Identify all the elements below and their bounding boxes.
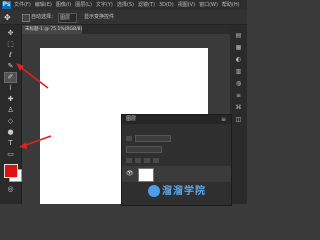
- layer-row[interactable]: 👁: [122, 166, 231, 182]
- tools-panel: ✥ ⬚ ℓ ✎ ✐ ⌇ ✚ ♙ ◇ ● T ▭ ◎: [0, 25, 22, 204]
- auto-select-checkbox[interactable]: [22, 14, 30, 22]
- menu-3d[interactable]: 3D(D): [159, 1, 174, 9]
- lock-row: [126, 150, 227, 163]
- blur-tool-icon[interactable]: ●: [5, 128, 16, 137]
- options-bar: ✥ 自动选择： 图层 显示变换控件: [0, 10, 247, 25]
- menu-items: 文件(F) 编辑(E) 图像(I) 图层(L) 文字(Y) 选择(S) 滤镜(T…: [14, 1, 240, 9]
- lasso-tool-icon[interactable]: ℓ: [5, 51, 16, 60]
- shape-tool-icon[interactable]: ▭: [5, 150, 16, 159]
- menu-edit[interactable]: 编辑(E): [35, 1, 52, 9]
- eye-visibility-icon[interactable]: 👁: [126, 170, 134, 178]
- swatches-panel-icon[interactable]: ▥: [234, 67, 243, 76]
- watermark-text: 溜溜学院: [162, 186, 206, 197]
- panel-menu-icon[interactable]: ≡: [221, 115, 226, 124]
- type-tool-icon[interactable]: T: [5, 139, 16, 148]
- blend-mode-row: [126, 139, 227, 153]
- quick-mask-icon[interactable]: ◎: [5, 185, 16, 194]
- move-tool-icon[interactable]: ✥: [4, 13, 13, 22]
- marquee-tool-icon[interactable]: ⬚: [5, 40, 16, 49]
- watermark: 溜溜学院: [148, 182, 206, 197]
- document-tab-bar: 未标题-1 @ 75.1%(RGB/8): [22, 25, 247, 34]
- foreground-color-swatch[interactable]: [4, 164, 18, 178]
- menu-image[interactable]: 图像(I): [56, 1, 71, 9]
- paths-panel-icon[interactable]: ⌘: [234, 103, 243, 112]
- auto-select-dropdown[interactable]: 图层: [58, 13, 77, 23]
- layers-panel-header: 图层 ≡: [122, 115, 231, 124]
- layer-thumbnail: [138, 168, 154, 182]
- layers-panel-icon[interactable]: ◫: [234, 115, 243, 124]
- menu-bar: Ps 文件(F) 编辑(E) 图像(I) 图层(L) 文字(Y) 选择(S) 滤…: [0, 0, 247, 10]
- history-panel-icon[interactable]: ▤: [234, 31, 243, 40]
- color-pointer-arrow-icon: [19, 135, 52, 149]
- menu-file[interactable]: 文件(F): [14, 1, 31, 9]
- healing-brush-tool-icon[interactable]: ✚: [5, 95, 16, 104]
- menu-filter[interactable]: 滤镜(T): [138, 1, 155, 9]
- show-transform-controls-label[interactable]: 显示变换控件: [84, 12, 114, 22]
- lock-position-icon[interactable]: [144, 158, 150, 163]
- menu-select[interactable]: 选择(S): [117, 1, 134, 9]
- layers-panel-title: 图层: [126, 116, 137, 122]
- properties-panel-icon[interactable]: ▦: [234, 43, 243, 52]
- menu-layer[interactable]: 图层(L): [75, 1, 92, 9]
- auto-select-label: 自动选择：: [31, 14, 57, 20]
- move-tool-icon[interactable]: ✥: [5, 29, 16, 38]
- menu-view[interactable]: 视图(V): [178, 1, 195, 9]
- color-panel-icon[interactable]: ◍: [234, 79, 243, 88]
- brush-pointer-arrow-icon: [16, 63, 49, 89]
- menu-type[interactable]: 文字(Y): [96, 1, 113, 9]
- eraser-tool-icon[interactable]: ◇: [5, 117, 16, 126]
- right-panel-strip: ▤ ▦ ◐ ▥ ◍ ≡ ⌘ ◫: [230, 25, 247, 204]
- lock-transparent-icon[interactable]: [126, 158, 132, 163]
- watermark-logo-icon: [148, 185, 160, 197]
- document-tab[interactable]: 未标题-1 @ 75.1%(RGB/8): [22, 25, 82, 34]
- clone-stamp-tool-icon[interactable]: ♙: [5, 106, 16, 115]
- layer-filter-row: [126, 128, 227, 142]
- menu-help[interactable]: 帮助(H): [222, 1, 240, 9]
- lock-image-icon[interactable]: [135, 158, 141, 163]
- lock-all-icon[interactable]: [153, 158, 159, 163]
- photoshop-logo-icon: Ps: [2, 1, 11, 9]
- adjustments-panel-icon[interactable]: ◐: [234, 55, 243, 64]
- channels-panel-icon[interactable]: ≡: [234, 91, 243, 100]
- menu-window[interactable]: 窗口(W): [199, 1, 218, 9]
